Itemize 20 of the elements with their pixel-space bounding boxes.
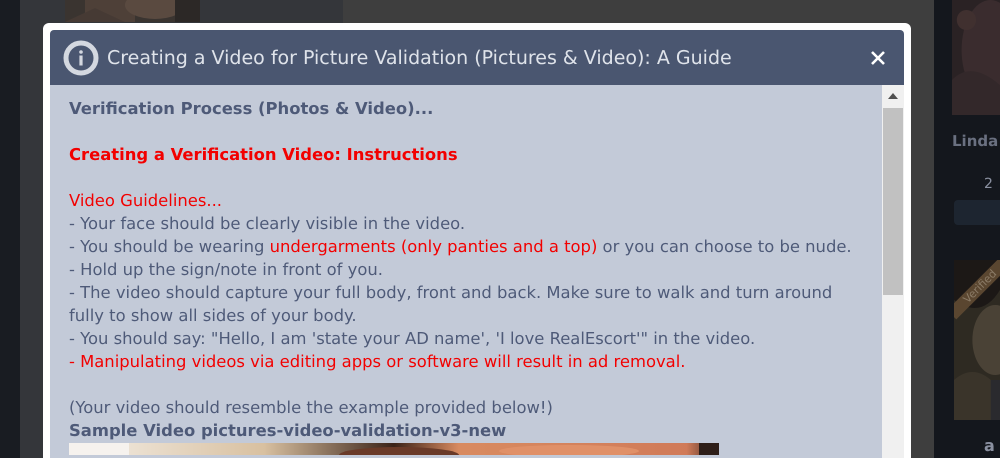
guide-text: - You should be wearing undergarments (only panties and a top) or you can choose to be nude. [69,236,853,258]
close-icon [870,50,886,66]
scroll-up-icon[interactable] [888,93,898,99]
dialog-title: Creating a Video for Picture Validation (Pictures & Video): A Guide [107,46,733,68]
guide-text: - Manipulating videos via editing apps or software will result in ad removal. [69,351,686,373]
info-icon [63,40,99,76]
guide-text: - Hold up the sign/note in front of you. [69,259,384,281]
guide-text: Video Guidelines... [69,190,224,212]
guide-text: - Your face should be clearly visible in the video. [69,213,466,235]
scrollbar-thumb[interactable] [883,108,903,295]
profile-detail: 2 [984,176,993,192]
scrollbar[interactable] [882,85,904,458]
profile-name: Linda [952,132,998,150]
guide-text: - The video should capture your full body, front and back. Make sure to walk and turn around fully to show all sides of your body. [69,282,834,327]
section-heading: Sample Video pictures-video-validation-v3-new [69,420,508,442]
guide-text: (Your video should resemble the example provided below!) [69,397,554,419]
section-heading: Creating a Verification Video: Instructions [69,144,459,166]
profile-name: a [984,436,995,455]
section-heading: Verification Process (Photos & Video)... [69,98,434,120]
guide-text: - You should say: "Hello, I am 'state your AD name', 'I love RealEscort'" in the video. [69,328,756,350]
